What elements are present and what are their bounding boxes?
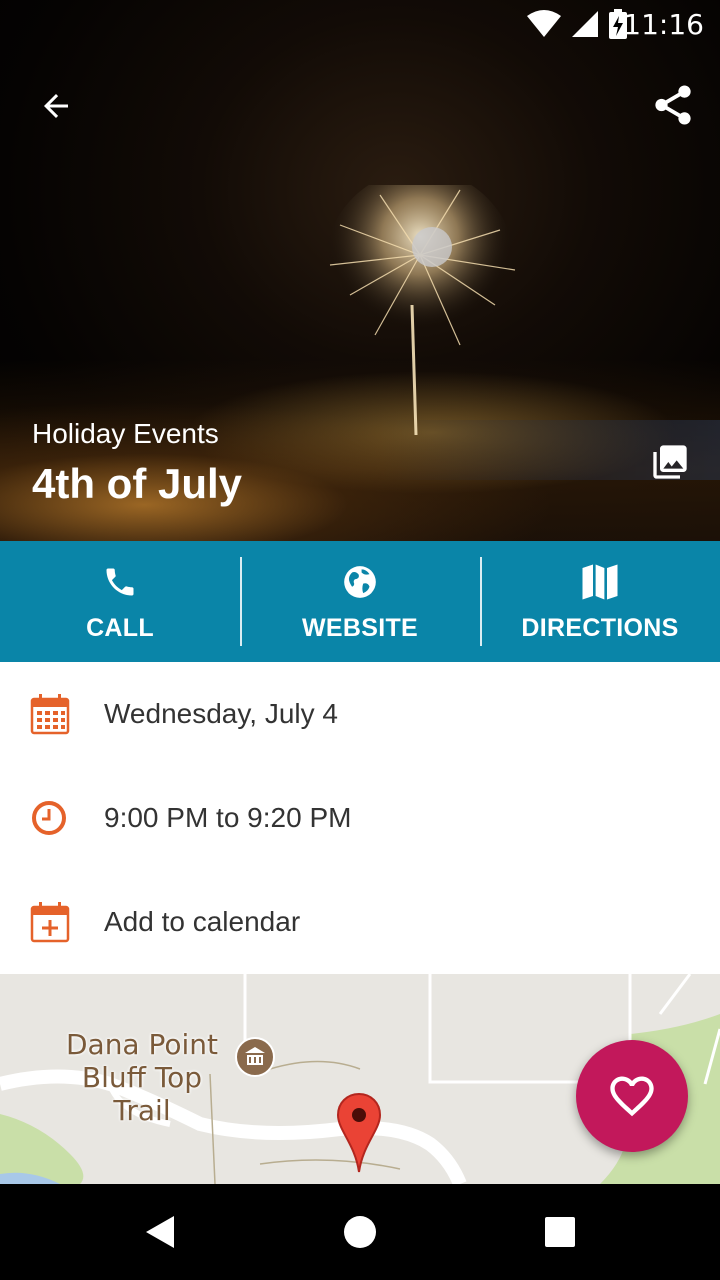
nav-home-icon xyxy=(344,1216,376,1248)
directions-label: DIRECTIONS xyxy=(521,614,679,642)
website-button[interactable]: WEBSITE xyxy=(240,541,480,662)
event-time: 9:00 PM to 9:20 PM xyxy=(104,802,352,833)
status-bar: 11:16 xyxy=(0,0,720,48)
map-place-line1: Dana Point xyxy=(65,1028,219,1061)
map-pin-icon xyxy=(336,1092,382,1173)
date-row: Wednesday, July 4 xyxy=(0,662,720,766)
calendar-add-icon xyxy=(30,902,70,943)
nav-recents-button[interactable] xyxy=(528,1200,592,1264)
add-to-calendar-row[interactable]: Add to calendar xyxy=(0,870,720,974)
phone-icon xyxy=(106,568,134,596)
share-button[interactable] xyxy=(644,76,702,134)
status-icons xyxy=(526,8,628,40)
map-icon xyxy=(582,564,618,600)
photo-gallery-button[interactable] xyxy=(644,436,696,488)
map-place-label: Dana Point Bluff Top Trail xyxy=(52,1028,232,1127)
action-bar: CALL WEBSITE DIRECTIONS xyxy=(0,541,720,662)
directions-button[interactable]: DIRECTIONS xyxy=(480,541,720,662)
favorite-button[interactable] xyxy=(576,1040,688,1152)
event-category: Holiday Events xyxy=(32,418,219,449)
call-button[interactable]: CALL xyxy=(0,541,240,662)
nav-back-button[interactable] xyxy=(128,1200,192,1264)
navigation-bar xyxy=(0,1184,720,1280)
add-to-calendar-label: Add to calendar xyxy=(104,906,301,937)
cell-signal-icon xyxy=(572,11,598,37)
call-label: CALL xyxy=(86,614,154,642)
firework-graphic xyxy=(325,185,516,436)
calendar-icon xyxy=(30,694,70,735)
landmark-icon xyxy=(235,1037,275,1077)
map-place-line2: Bluff Top Trail xyxy=(81,1061,203,1127)
time-row: 9:00 PM to 9:20 PM xyxy=(0,766,720,870)
back-button[interactable] xyxy=(28,78,84,134)
event-date: Wednesday, July 4 xyxy=(104,698,338,729)
event-title: 4th of July xyxy=(32,460,243,507)
nav-back-icon xyxy=(146,1216,174,1248)
arrow-back-icon xyxy=(44,94,68,118)
photo-library-icon xyxy=(653,445,687,479)
clock-icon xyxy=(32,801,66,835)
wifi-icon xyxy=(527,10,561,37)
share-icon xyxy=(655,85,691,125)
nav-home-button[interactable] xyxy=(328,1200,392,1264)
status-time: 11:16 xyxy=(623,8,704,41)
nav-recents-icon xyxy=(545,1217,575,1247)
website-label: WEBSITE xyxy=(302,614,418,642)
event-details: Wednesday, July 4 9:00 PM to 9:20 PM Add… xyxy=(0,662,720,974)
heart-icon xyxy=(610,1076,654,1117)
globe-icon xyxy=(344,566,376,598)
